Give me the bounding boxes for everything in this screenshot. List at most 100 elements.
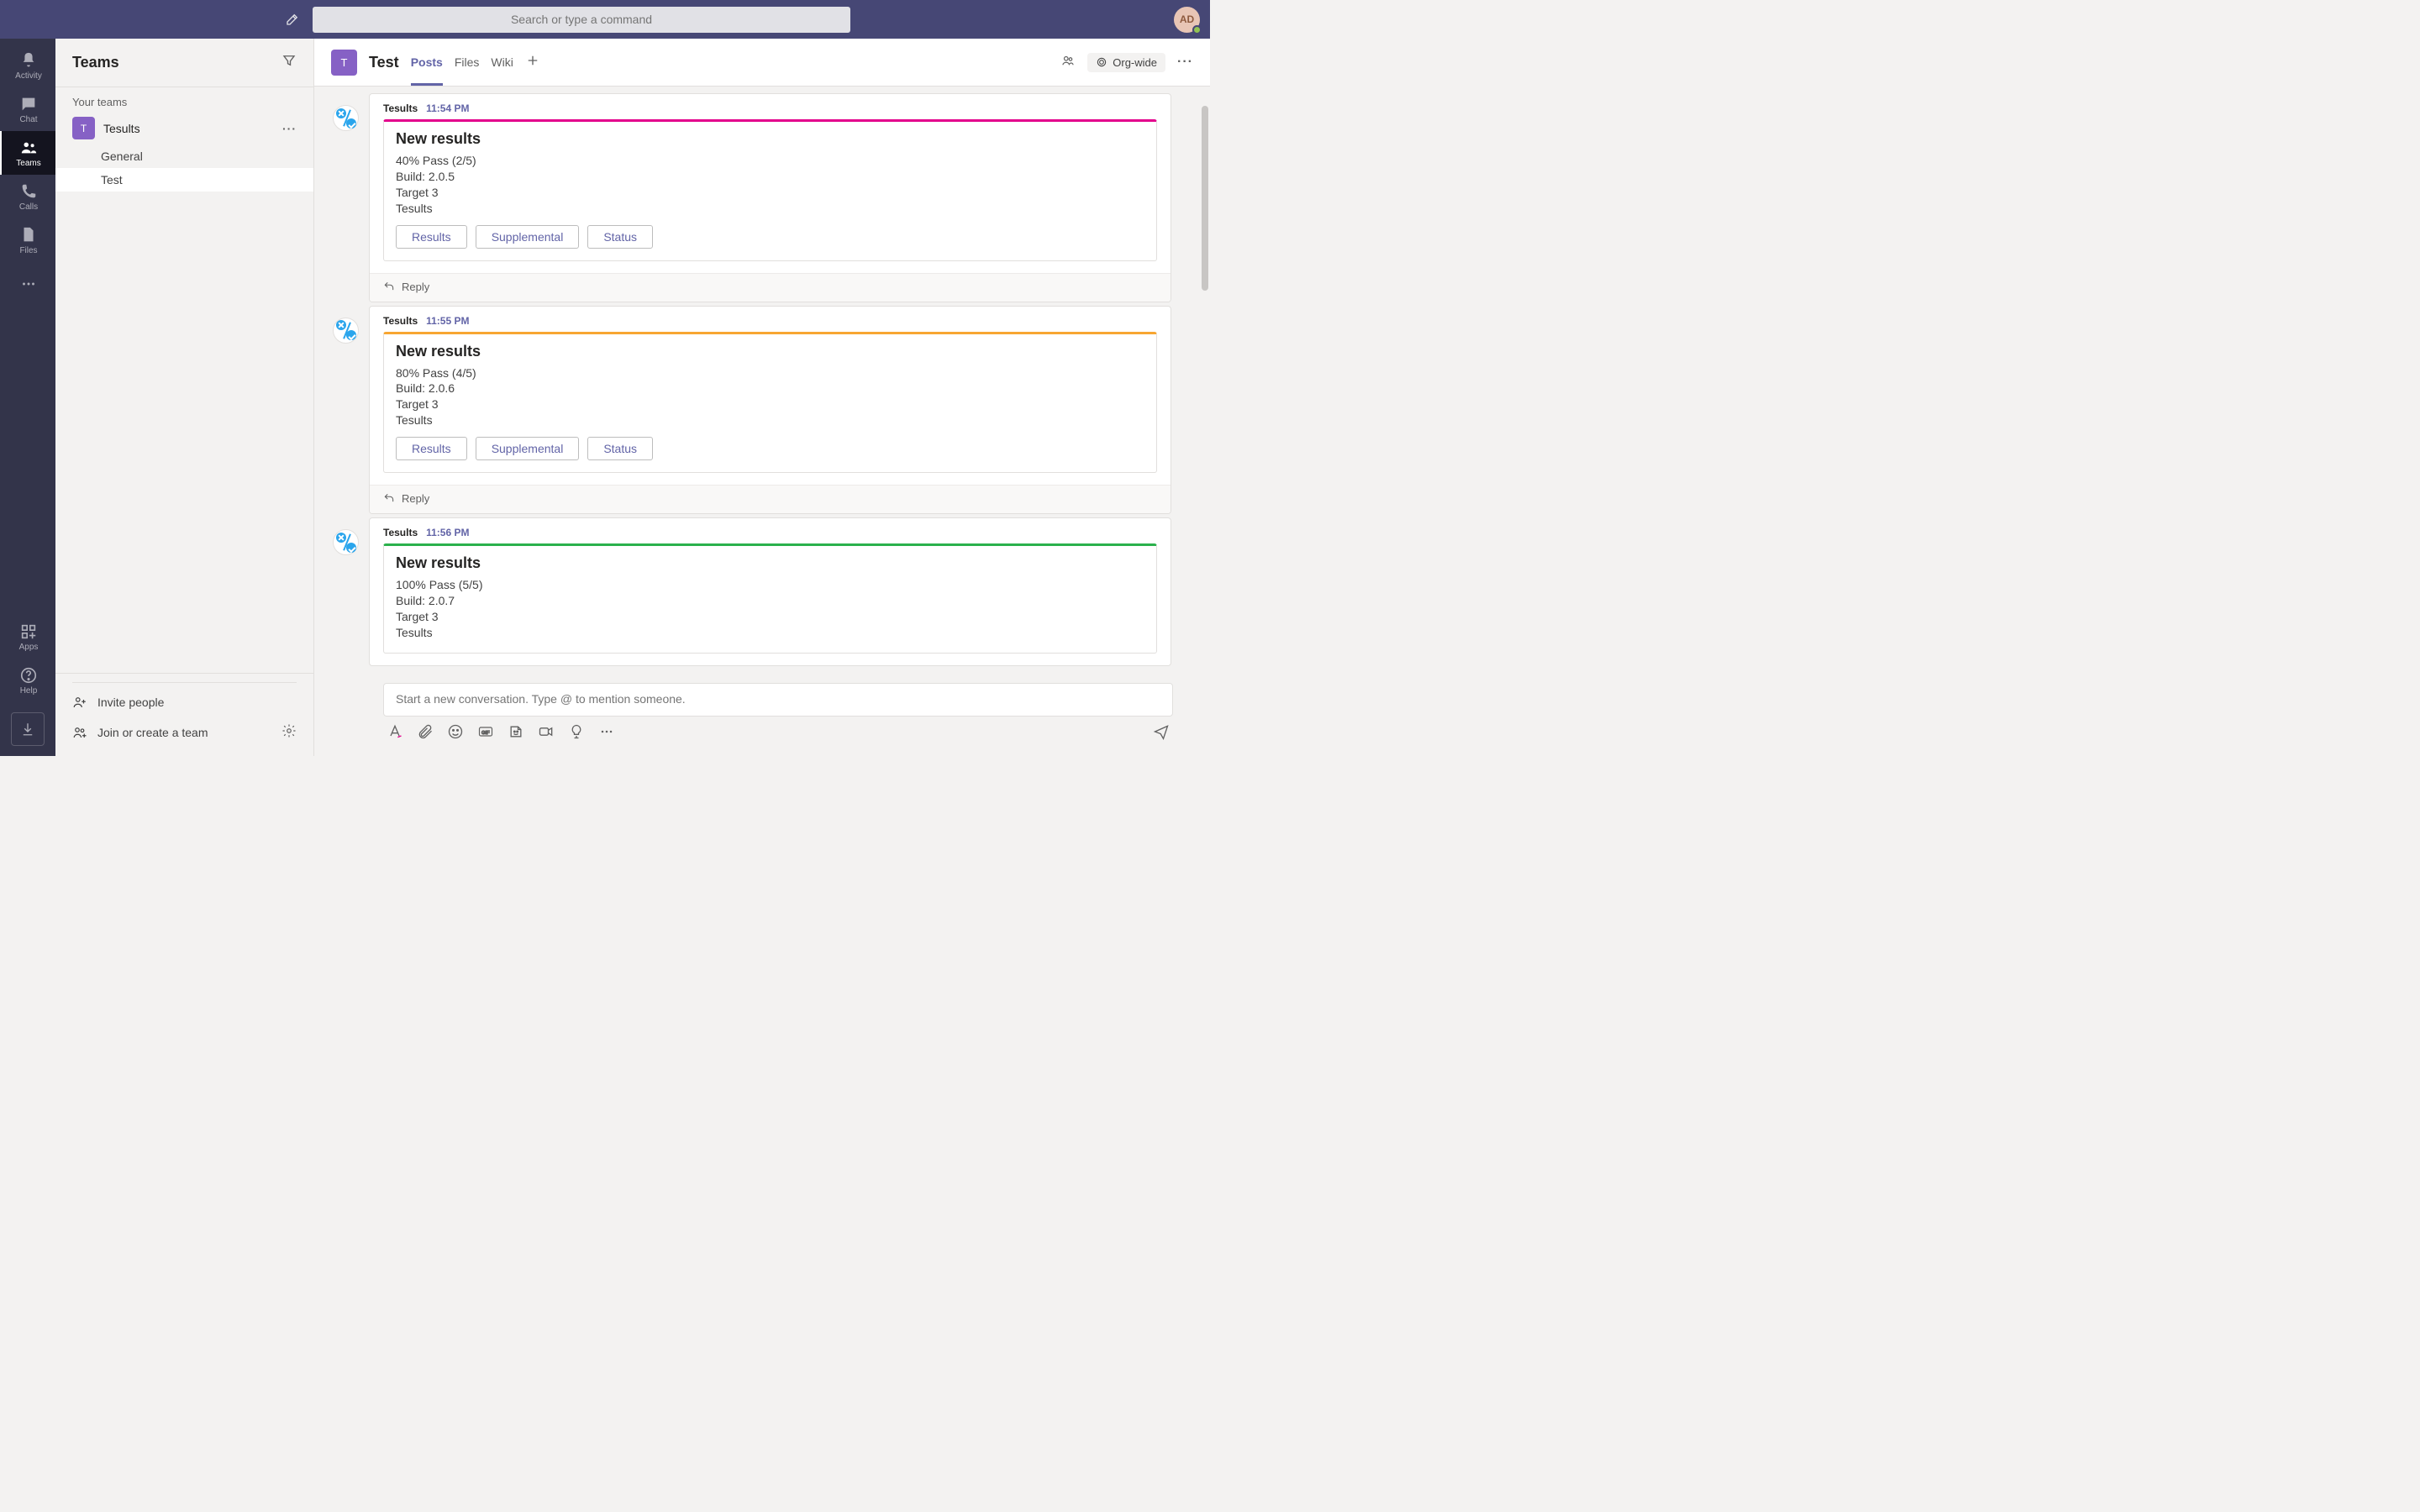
rail-download[interactable]	[11, 712, 45, 746]
rail-help[interactable]: Help	[0, 659, 55, 702]
rail-chat[interactable]: Chat	[0, 87, 55, 131]
channel-header: T Test Posts Files Wiki Org-wide ···	[314, 39, 1210, 87]
reply-icon	[383, 492, 395, 505]
message-author: Tesults	[383, 102, 418, 114]
card-line: 80% Pass (4/5)	[396, 365, 1144, 381]
profile-avatar[interactable]: AD	[1174, 7, 1200, 33]
card-line: Target 3	[396, 609, 1144, 625]
card-action-button[interactable]: Results	[396, 437, 467, 460]
message-group: Tesults 11:55 PM New results 80% Pass (4/5)…	[314, 306, 1210, 515]
rail-files[interactable]: Files	[0, 218, 55, 262]
card-action-button[interactable]: Status	[587, 437, 653, 460]
card-line: Tesults	[396, 201, 1144, 217]
orgwide-button[interactable]: Org-wide	[1087, 53, 1165, 72]
scrollbar[interactable]	[1202, 106, 1208, 638]
message-group: Tesults 11:56 PM New results 100% Pass (5/5…	[314, 517, 1210, 666]
app-rail: Activity Chat Teams Calls Files Apps Hel	[0, 39, 55, 756]
rail-teams[interactable]: Teams	[0, 131, 55, 175]
reply-icon	[383, 281, 395, 293]
reply-button[interactable]: Reply	[370, 485, 1171, 513]
teams-panel-title: Teams	[72, 54, 281, 71]
title-bar: AD	[0, 0, 1210, 39]
invite-people-button[interactable]: Invite people	[72, 688, 297, 717]
result-card: New results 100% Pass (5/5)Build: 2.0.7Ta…	[383, 543, 1157, 654]
rail-apps[interactable]: Apps	[0, 615, 55, 659]
praise-icon[interactable]	[568, 723, 585, 744]
message-body: Tesults 11:54 PM New results 40% Pass (2/5)…	[369, 93, 1171, 302]
search-input[interactable]	[313, 13, 850, 26]
rail-calls[interactable]: Calls	[0, 175, 55, 218]
svg-text:GIF: GIF	[481, 731, 490, 736]
reply-label: Reply	[402, 281, 429, 293]
reply-button[interactable]: Reply	[370, 273, 1171, 302]
join-create-team-button[interactable]: Join or create a team	[72, 717, 297, 748]
card-line: Build: 2.0.5	[396, 169, 1144, 185]
card-line: Target 3	[396, 396, 1144, 412]
gif-icon[interactable]: GIF	[477, 723, 494, 744]
composer-more-icon[interactable]	[598, 723, 615, 744]
composer-input[interactable]	[396, 692, 1160, 706]
tab-wiki[interactable]: Wiki	[491, 39, 513, 86]
channel-avatar: T	[331, 50, 357, 76]
tab-posts[interactable]: Posts	[411, 39, 443, 86]
channel-more-icon[interactable]: ···	[1177, 55, 1193, 70]
team-row-tesults[interactable]: T Tesults ···	[55, 112, 313, 144]
composer-input-wrap[interactable]	[383, 683, 1173, 717]
composer-toolbar: GIF	[383, 722, 1173, 744]
new-message-icon[interactable]	[279, 12, 306, 27]
app-avatar	[333, 105, 359, 131]
card-line: Build: 2.0.7	[396, 593, 1144, 609]
result-card: New results80% Pass (4/5)Build: 2.0.6Tar…	[383, 332, 1157, 474]
card-line: 40% Pass (2/5)	[396, 153, 1144, 169]
message-time: 11:56 PM	[426, 527, 469, 538]
teams-panel-footer: Invite people Join or create a team	[55, 673, 313, 756]
emoji-icon[interactable]	[447, 723, 464, 744]
filter-icon[interactable]	[281, 53, 297, 72]
gear-icon[interactable]	[281, 723, 297, 741]
team-avatar: T	[72, 117, 95, 139]
teams-panel-header: Teams	[55, 39, 313, 87]
reply-label: Reply	[402, 492, 429, 505]
card-actions: Results Supplemental Status	[396, 437, 1144, 460]
message-author: Tesults	[383, 527, 418, 538]
messages-area: Tesults 11:54 PM New results 40% Pass (2/5)…	[314, 87, 1210, 676]
channel-test[interactable]: Test	[55, 168, 313, 192]
channel-tabs: Posts Files Wiki	[411, 39, 540, 86]
tab-files[interactable]: Files	[455, 39, 480, 86]
scrollbar-thumb[interactable]	[1202, 106, 1208, 291]
card-title: New results	[396, 130, 1144, 148]
send-icon[interactable]	[1153, 723, 1170, 744]
result-card: New results 40% Pass (2/5)Build: 2.0.5Tar…	[383, 119, 1157, 261]
card-line: 100% Pass (5/5)	[396, 577, 1144, 593]
rail-more[interactable]	[0, 262, 55, 306]
card-title: New results	[396, 554, 1144, 572]
channel-main: T Test Posts Files Wiki Org-wide ···	[314, 39, 1210, 756]
invite-people-label: Invite people	[97, 696, 164, 709]
app-avatar	[333, 529, 359, 555]
card-action-button[interactable]: Results	[396, 225, 467, 249]
teams-panel: Teams Your teams T Tesults ··· General T…	[55, 39, 314, 756]
sticker-icon[interactable]	[508, 723, 524, 744]
join-create-team-label: Join or create a team	[97, 726, 208, 739]
format-icon[interactable]	[387, 723, 403, 744]
meetnow-icon[interactable]	[538, 723, 555, 744]
message-time: 11:54 PM	[426, 102, 469, 114]
team-more-icon[interactable]: ···	[282, 122, 297, 135]
attach-icon[interactable]	[417, 723, 434, 744]
card-line: Tesults	[396, 625, 1144, 641]
team-members-icon[interactable]	[1060, 53, 1076, 72]
message-group: Tesults 11:54 PM New results 40% Pass (2/5)…	[314, 93, 1210, 302]
search-box[interactable]	[313, 7, 850, 33]
card-title: New results	[396, 343, 1144, 360]
add-tab-button[interactable]	[525, 53, 540, 72]
rail-activity[interactable]: Activity	[0, 44, 55, 87]
card-action-button[interactable]: Supplemental	[476, 225, 580, 249]
message-time: 11:55 PM	[426, 315, 469, 327]
channel-general[interactable]: General	[55, 144, 313, 168]
card-action-button[interactable]: Status	[587, 225, 653, 249]
profile-initials: AD	[1180, 13, 1194, 25]
team-name-label: Tesults	[103, 122, 274, 135]
message-author: Tesults	[383, 315, 418, 327]
card-line: Target 3	[396, 185, 1144, 201]
card-action-button[interactable]: Supplemental	[476, 437, 580, 460]
